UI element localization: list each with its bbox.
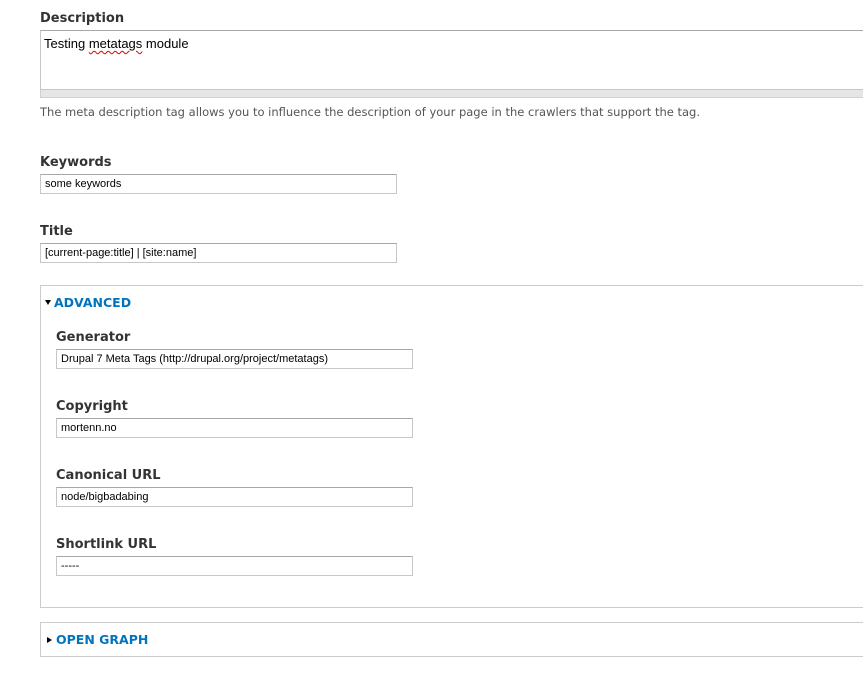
title-input[interactable]: [current-page:title] | [site:name] [40, 243, 397, 263]
open-graph-legend-toggle[interactable]: OPEN GRAPH [47, 632, 148, 647]
shortlink-url-label: Shortlink URL [56, 537, 157, 552]
textarea-resize-grip[interactable] [40, 90, 863, 98]
description-value-misspelled: metatags [88, 36, 143, 51]
shortlink-url-input[interactable]: ----- [56, 556, 413, 576]
copyright-label: Copyright [56, 399, 128, 414]
expanded-triangle-icon [45, 300, 51, 305]
open-graph-fieldset [40, 622, 863, 657]
keywords-input[interactable]: some keywords [40, 174, 397, 194]
advanced-legend-label: ADVANCED [54, 295, 132, 310]
generator-label: Generator [56, 330, 131, 345]
generator-input[interactable]: Drupal 7 Meta Tags (http://drupal.org/pr… [56, 349, 413, 369]
collapsed-triangle-icon [47, 636, 52, 643]
advanced-legend-toggle[interactable]: ADVANCED [45, 295, 131, 310]
description-value-suffix: module [142, 36, 189, 51]
copyright-input[interactable]: mortenn.no [56, 418, 413, 438]
canonical-url-label: Canonical URL [56, 468, 161, 483]
title-label: Title [40, 224, 73, 239]
description-textarea[interactable]: Testing metatags module [40, 30, 863, 90]
description-value-prefix: Testing [44, 36, 89, 51]
description-label: Description [40, 11, 125, 26]
canonical-url-input[interactable]: node/bigbadabing [56, 487, 413, 507]
description-help-text: The meta description tag allows you to i… [40, 105, 701, 119]
open-graph-legend-label: OPEN GRAPH [56, 632, 149, 647]
keywords-label: Keywords [40, 155, 112, 170]
